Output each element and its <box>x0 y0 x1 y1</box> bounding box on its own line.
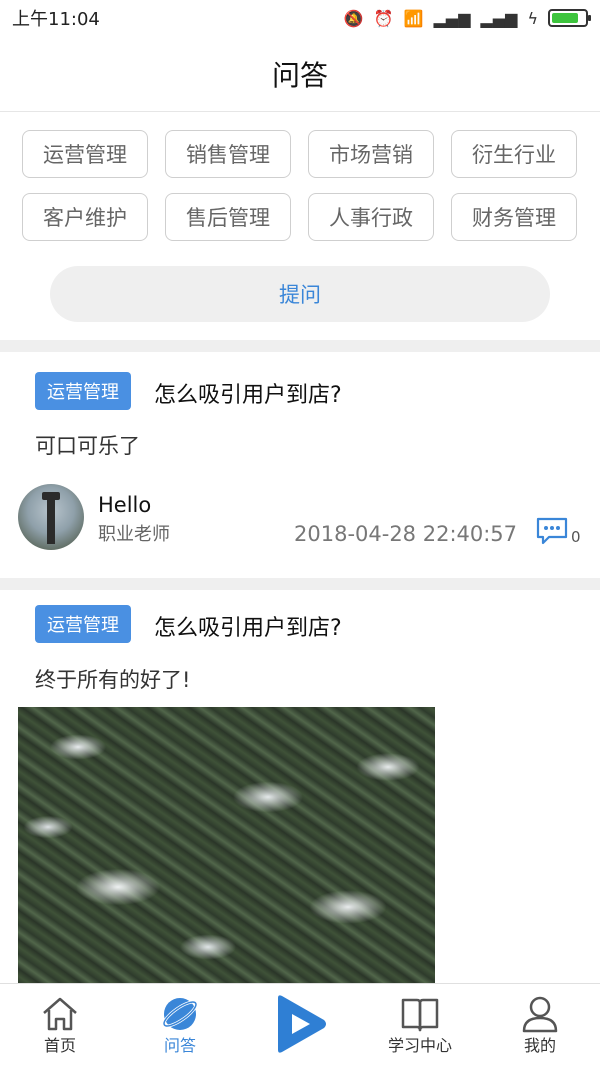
status-time: 上午11:04 <box>12 9 100 30</box>
post-category-badge: 运营管理 <box>35 372 131 410</box>
post-timestamp: 2018-04-28 22:40:57 <box>294 522 518 546</box>
charging-icon: ϟ <box>527 8 538 28</box>
page-title: 问答 <box>0 36 600 112</box>
tab-home[interactable]: 首页 <box>0 984 120 1067</box>
user-name: Hello <box>98 493 152 517</box>
category-tag[interactable]: 售后管理 <box>165 193 291 241</box>
planet-icon <box>162 998 198 1030</box>
category-tag[interactable]: 客户维护 <box>22 193 148 241</box>
tab-qa[interactable]: 问答 <box>120 984 240 1067</box>
play-icon <box>278 995 326 1053</box>
section-divider <box>0 340 600 352</box>
category-tag[interactable]: 财务管理 <box>451 193 577 241</box>
ask-question-button[interactable]: 提问 <box>50 266 550 322</box>
signal-icon: ▂▄▆ <box>433 8 471 28</box>
tab-label: 学习中心 <box>387 1036 452 1055</box>
post-answer: 终于所有的好了! <box>35 668 191 692</box>
tab-label: 我的 <box>523 1036 556 1055</box>
category-grid: 运营管理 销售管理 市场营销 衍生行业 客户维护 售后管理 人事行政 财务管理 <box>22 130 578 241</box>
comment-icon[interactable] <box>535 516 569 546</box>
status-bar: 上午11:04 🔕 ⏰ 📶 ▂▄▆ ▂▄▆ ϟ <box>0 0 600 36</box>
wifi-icon: 📶 <box>403 8 424 28</box>
tab-learning-center[interactable]: 学习中心 <box>360 984 480 1067</box>
category-tag[interactable]: 运营管理 <box>22 130 148 178</box>
mute-icon: 🔕 <box>343 8 364 28</box>
tab-label: 问答 <box>163 1036 196 1055</box>
category-tag[interactable]: 人事行政 <box>308 193 434 241</box>
post-photo[interactable] <box>18 707 435 983</box>
user-icon <box>522 996 558 1033</box>
tab-label: 首页 <box>43 1036 76 1055</box>
comment-count: 0 <box>571 528 581 546</box>
post-category-badge: 运营管理 <box>35 605 131 643</box>
section-divider <box>0 578 600 590</box>
status-icons: 🔕 ⏰ 📶 ▂▄▆ ▂▄▆ ϟ <box>343 8 591 28</box>
battery-icon <box>548 9 591 27</box>
category-tag[interactable]: 衍生行业 <box>451 130 577 178</box>
tab-mine[interactable]: 我的 <box>480 984 600 1067</box>
home-icon <box>43 997 77 1031</box>
tab-play[interactable] <box>240 984 360 1067</box>
post-answer: 可口可乐了 <box>35 434 140 458</box>
user-role: 职业老师 <box>98 524 170 545</box>
category-tag[interactable]: 市场营销 <box>308 130 434 178</box>
post-question[interactable]: 怎么吸引用户到店? <box>154 610 342 642</box>
post-question[interactable]: 怎么吸引用户到店? <box>154 377 342 409</box>
category-tag[interactable]: 销售管理 <box>165 130 291 178</box>
avatar[interactable] <box>18 484 84 550</box>
alarm-icon: ⏰ <box>373 8 394 28</box>
signal-icon-2: ▂▄▆ <box>480 8 518 28</box>
book-icon <box>401 998 439 1032</box>
bottom-tab-bar: 首页 问答 学习中心 我的 <box>0 983 600 1067</box>
